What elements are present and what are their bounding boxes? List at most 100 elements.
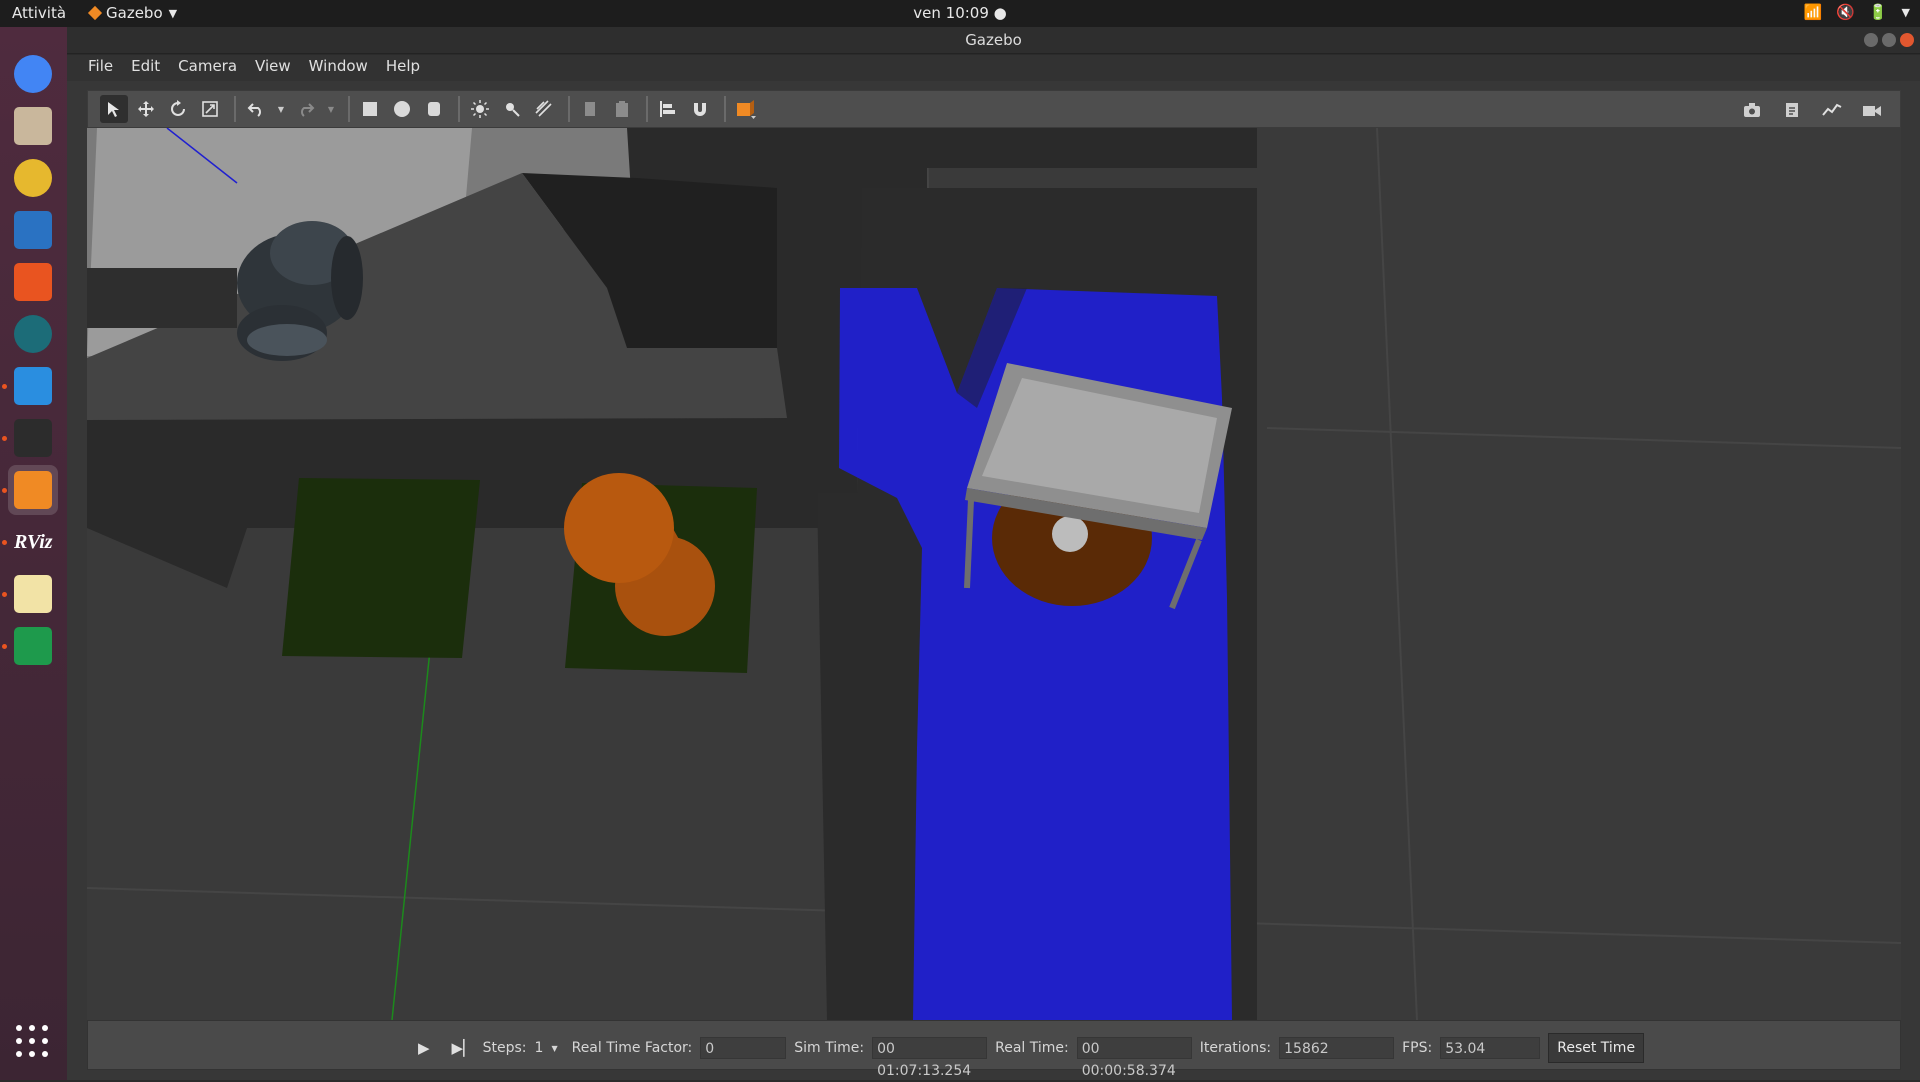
select-mode-button[interactable]: [100, 95, 128, 123]
menu-edit[interactable]: Edit: [122, 55, 169, 81]
steps-value[interactable]: 1: [535, 1040, 544, 1056]
dock-gazebo[interactable]: [8, 465, 58, 515]
directional-light-button[interactable]: [530, 95, 558, 123]
paste-button[interactable]: [608, 95, 636, 123]
dock-vscode[interactable]: [8, 361, 58, 411]
undo-history-button[interactable]: ▼: [274, 95, 288, 123]
running-indicator: [2, 384, 7, 389]
dock-files[interactable]: [8, 101, 58, 151]
files-icon: [14, 107, 52, 145]
terminal-icon: [14, 419, 52, 457]
running-indicator: [2, 436, 7, 441]
menu-camera[interactable]: Camera: [169, 55, 246, 81]
battery-icon: 🔋: [1868, 3, 1888, 21]
clock[interactable]: ven 10:09 ●: [913, 4, 1006, 22]
sim-time-field: 00 01:07:13.254: [872, 1037, 988, 1079]
view-angle-button[interactable]: [732, 95, 760, 123]
rtf-label: Real Time Factor:: [571, 1040, 693, 1056]
box-shape-button[interactable]: [356, 95, 384, 123]
camera-icon: [1744, 103, 1760, 117]
show-applications-button[interactable]: [16, 1025, 50, 1059]
chevron-down-icon: ▼: [168, 6, 178, 20]
dock-writer[interactable]: [8, 205, 58, 255]
maximize-button[interactable]: [1882, 33, 1896, 47]
video-camera-icon: [1863, 106, 1881, 116]
window-titlebar[interactable]: Gazebo: [67, 27, 1920, 54]
gazebo-icon: [14, 471, 52, 509]
iterations-field: 15862: [1279, 1037, 1395, 1059]
menu-file[interactable]: File: [79, 55, 122, 81]
toolbar-separator: [568, 96, 570, 122]
copy-icon: [585, 102, 595, 116]
view-angle-icon: [737, 100, 756, 119]
redo-history-button[interactable]: ▼: [324, 95, 338, 123]
dock: RViz: [0, 27, 67, 1080]
screenshot-button[interactable]: [1738, 96, 1766, 124]
chevron-down-icon: ▼: [327, 104, 335, 114]
app-menu-label: Gazebo: [106, 4, 163, 22]
close-button[interactable]: [1900, 33, 1914, 47]
dock-rviz[interactable]: RViz: [8, 517, 58, 567]
undo-button[interactable]: [242, 95, 270, 123]
chevron-down-icon: ▼: [277, 104, 285, 114]
writer-icon: [14, 211, 52, 249]
toolbar-separator: [348, 96, 350, 122]
dock-chrome[interactable]: [8, 49, 58, 99]
scene-render: [87, 128, 1901, 1020]
activities-button[interactable]: Attività: [12, 4, 66, 22]
log-button[interactable]: [1778, 96, 1806, 124]
toolbar-separator: [724, 96, 726, 122]
dock-terminal[interactable]: [8, 413, 58, 463]
gitkraken-icon: [14, 315, 52, 353]
point-light-button[interactable]: [466, 95, 494, 123]
copy-button[interactable]: [576, 95, 604, 123]
spot-light-button[interactable]: [498, 95, 526, 123]
cursor-icon: [108, 102, 119, 117]
app-menu[interactable]: Gazebo ▼: [87, 4, 178, 22]
sphere-shape-button[interactable]: [388, 95, 416, 123]
dock-text-editor[interactable]: [8, 569, 58, 619]
minimize-button[interactable]: [1864, 33, 1878, 47]
menu-view[interactable]: View: [246, 55, 300, 81]
system-tray[interactable]: 📶 🔇 🔋 ▼: [1803, 3, 1910, 21]
align-button[interactable]: [654, 95, 682, 123]
directional-light-icon: [535, 100, 552, 117]
fps-label: FPS:: [1402, 1040, 1433, 1056]
menu-help[interactable]: Help: [377, 55, 429, 81]
toolbar: ▼ ▼: [87, 90, 1901, 128]
video-record-button[interactable]: [1858, 96, 1886, 124]
dock-software-center[interactable]: [8, 257, 58, 307]
plot-button[interactable]: [1818, 96, 1846, 124]
calc-icon: [14, 627, 52, 665]
log-icon: [1786, 103, 1798, 117]
dock-gitkraken[interactable]: [8, 309, 58, 359]
text-editor-icon: [14, 575, 52, 613]
software-center-icon: [14, 263, 52, 301]
move-icon: [138, 101, 154, 117]
align-icon: [660, 101, 675, 117]
scale-mode-button[interactable]: [196, 95, 224, 123]
dock-rhythmbox[interactable]: [8, 153, 58, 203]
snap-button[interactable]: [686, 95, 714, 123]
toolbar-separator: [458, 96, 460, 122]
menu-bar: File Edit Camera View Window Help: [67, 55, 1920, 81]
rotate-mode-button[interactable]: [164, 95, 192, 123]
translate-mode-button[interactable]: [132, 95, 160, 123]
rtf-field: 0: [700, 1037, 787, 1059]
step-button[interactable]: ▶▏: [452, 1039, 475, 1057]
menu-window[interactable]: Window: [300, 55, 377, 81]
dock-calc[interactable]: [8, 621, 58, 671]
window-title: Gazebo: [965, 31, 1022, 49]
redo-button[interactable]: [292, 95, 320, 123]
scene-viewport[interactable]: [87, 128, 1901, 1020]
iterations-label: Iterations:: [1199, 1040, 1272, 1056]
play-button[interactable]: ▶: [418, 1039, 430, 1057]
cylinder-shape-button[interactable]: [420, 95, 448, 123]
chevron-down-icon[interactable]: ▼: [551, 1044, 557, 1053]
rotate-icon: [171, 100, 185, 116]
running-indicator: [2, 644, 7, 649]
reset-time-button[interactable]: Reset Time: [1548, 1033, 1645, 1063]
top-panel: Attività Gazebo ▼ ven 10:09 ● 📶 🔇 🔋 ▼: [0, 0, 1920, 27]
fps-field: 53.04: [1440, 1037, 1541, 1059]
rviz-icon: RViz: [14, 531, 53, 553]
